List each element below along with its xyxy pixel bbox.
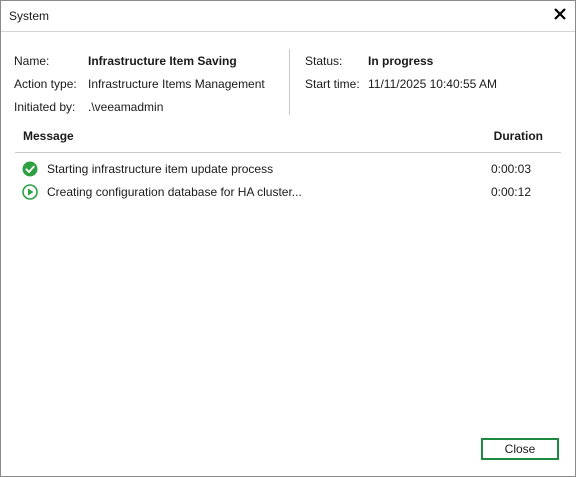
action-type-value: Infrastructure Items Management (88, 77, 265, 91)
log-row[interactable]: Creating configuration database for HA c… (15, 180, 561, 203)
close-button[interactable]: Close (481, 438, 559, 460)
success-check-icon (22, 161, 38, 177)
start-time-label: Start time: (305, 77, 360, 91)
log-duration: 0:00:03 (490, 162, 531, 176)
log-row[interactable]: Starting infrastructure item update proc… (15, 157, 561, 180)
name-label: Name: (14, 54, 50, 68)
action-type-label: Action type: (14, 77, 77, 91)
status-label: Status: (305, 54, 343, 68)
log-message: Creating configuration database for HA c… (47, 185, 302, 199)
log-table: Message Duration Starting infrastructure… (15, 128, 561, 203)
close-icon[interactable] (553, 7, 567, 21)
log-duration: 0:00:12 (490, 185, 531, 199)
duration-column-header[interactable]: Duration (494, 129, 543, 143)
log-message: Starting infrastructure item update proc… (47, 162, 274, 176)
title-bar: System (1, 1, 575, 32)
status-value: In progress (368, 54, 434, 68)
log-table-header: Message Duration (15, 128, 561, 153)
session-info: Name: Infrastructure Item Saving Action … (1, 49, 575, 119)
window-title: System (9, 9, 50, 23)
start-time-value: 11/11/2025 10:40:55 AM (368, 77, 497, 91)
running-play-icon (22, 184, 38, 200)
name-value: Infrastructure Item Saving (88, 54, 237, 68)
message-column-header[interactable]: Message (23, 129, 74, 143)
system-dialog: System Name: Infrastructure Item Saving … (0, 0, 576, 477)
info-divider (289, 49, 290, 115)
initiated-by-value: .\veeamadmin (88, 100, 164, 114)
initiated-by-label: Initiated by: (14, 100, 76, 114)
